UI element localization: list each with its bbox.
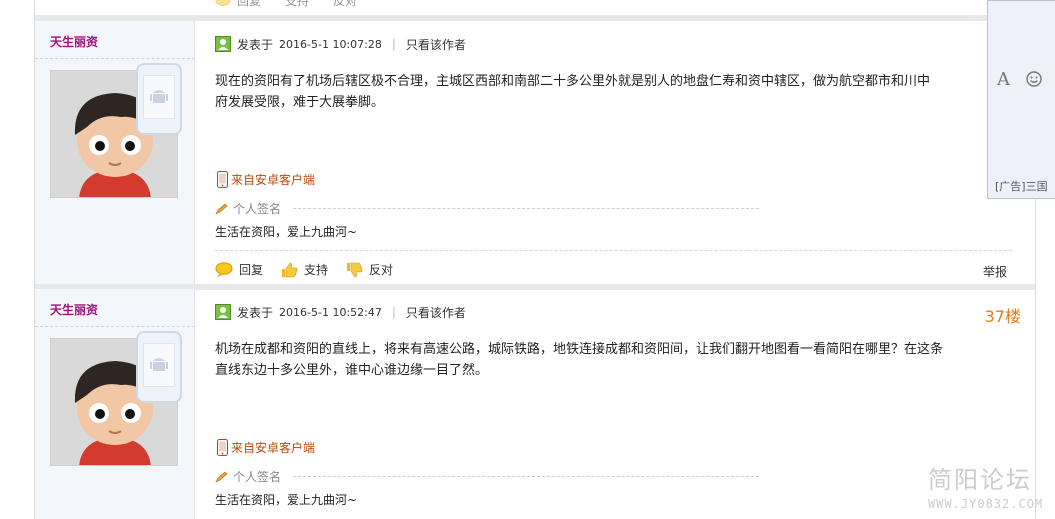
content-line: 现在的资阳有了机场后辖区极不合理，主城区西部和南部二十多公里外就是别人的地盘仁寿… [215, 74, 931, 89]
signature-text: 生活在资阳，爱上九曲河~ [215, 225, 358, 239]
prev-support-button[interactable]: 支持 [285, 0, 309, 9]
sidebar-divider [35, 58, 195, 59]
sidebar-divider [35, 326, 195, 327]
only-author-link[interactable]: 只看该作者 [406, 36, 466, 53]
content-line: 直线东边十多公里外，谁中心谁边缘一目了然。 [215, 363, 489, 378]
signature-text: 生活在资阳，爱上九曲河~ [215, 493, 358, 507]
signature-header: 个人签名 [215, 468, 281, 485]
floor-number[interactable]: 37楼 [985, 303, 1021, 327]
posted-label: 发表于 [237, 305, 274, 320]
content-line: 机场在成都和资阳的直线上，将来有高速公路，城际铁路，地铁连接成都和资阳间，让我们… [215, 342, 944, 357]
android-phone-icon [136, 331, 182, 403]
signature-divider [293, 476, 759, 477]
client-source-link[interactable]: 来自安卓客户端 [217, 171, 315, 188]
post-36: 天生丽资 发表于 2016-5-1 10:07:28 | 只看该作者 现在的资阳… [35, 21, 1035, 284]
post-meta: 发表于 2016-5-1 10:52:47 | 只看该作者 [215, 303, 466, 321]
author-sidebar: 天生丽资 [35, 21, 195, 284]
site-watermark: 简阳论坛 WWW.JY0832.COM [928, 460, 1043, 511]
prev-reply-button[interactable]: 回复 [215, 0, 261, 9]
thumbs-down-icon [347, 262, 363, 277]
post-time: 2016-5-1 10:52:47 [279, 305, 382, 319]
meta-divider: | [391, 37, 396, 51]
report-link[interactable]: 举报 [983, 263, 1007, 280]
reply-button[interactable]: 回复 [215, 261, 263, 278]
post-time: 2016-5-1 10:07:28 [279, 37, 382, 51]
user-icon [215, 36, 231, 52]
thread-page: 回复 支持 反对 天生丽资 发表于 2016-5-1 10:07:28 | 只看… [34, 0, 1036, 519]
mobile-icon [217, 439, 228, 456]
oppose-button[interactable]: 反对 [346, 261, 393, 278]
mobile-icon [217, 171, 228, 188]
author-name[interactable]: 天生丽资 [50, 301, 98, 318]
thumbs-up-icon [282, 262, 298, 277]
user-icon [215, 304, 231, 320]
watermark-url: WWW.JY0832.COM [928, 497, 1044, 511]
signature-header: 个人签名 [215, 200, 281, 217]
smiley-icon[interactable] [1026, 71, 1042, 87]
quick-reply-popup[interactable]: A [广告]三国 [987, 0, 1055, 199]
content-line: 府发展受限，难于大展拳脚。 [215, 95, 385, 110]
author-sidebar: 天生丽资 [35, 289, 195, 519]
ad-link[interactable]: [广告]三国 [995, 178, 1048, 194]
post-content: 现在的资阳有了机场后辖区极不合理，主城区西部和南部二十多公里外就是别人的地盘仁寿… [215, 71, 1005, 113]
post-meta: 发表于 2016-5-1 10:07:28 | 只看该作者 [215, 35, 466, 53]
client-source-link[interactable]: 来自安卓客户端 [217, 439, 315, 456]
reply-bubble-icon [215, 0, 231, 6]
prev-post-actions: 回复 支持 反对 [215, 0, 375, 9]
font-format-icon[interactable]: A [997, 69, 1010, 90]
post-actions: 回复 支持 反对 [215, 261, 411, 278]
only-author-link[interactable]: 只看该作者 [406, 304, 466, 321]
actions-divider [215, 250, 1012, 251]
watermark-title: 简阳论坛 [928, 466, 1032, 494]
author-name[interactable]: 天生丽资 [50, 33, 98, 50]
reply-bubble-icon [215, 262, 233, 277]
prev-oppose-button[interactable]: 反对 [333, 0, 357, 9]
signature-divider [293, 208, 759, 209]
support-button[interactable]: 支持 [281, 261, 328, 278]
pencil-icon [215, 471, 228, 483]
pencil-icon [215, 203, 228, 215]
meta-divider: | [391, 305, 396, 319]
post-37: 天生丽资 发表于 2016-5-1 10:52:47 | 只看该作者 37楼 机… [35, 289, 1035, 519]
post-content: 机场在成都和资阳的直线上，将来有高速公路，城际铁路，地铁连接成都和资阳间，让我们… [215, 339, 1005, 381]
android-phone-icon [136, 63, 182, 135]
posted-label: 发表于 [237, 37, 274, 52]
